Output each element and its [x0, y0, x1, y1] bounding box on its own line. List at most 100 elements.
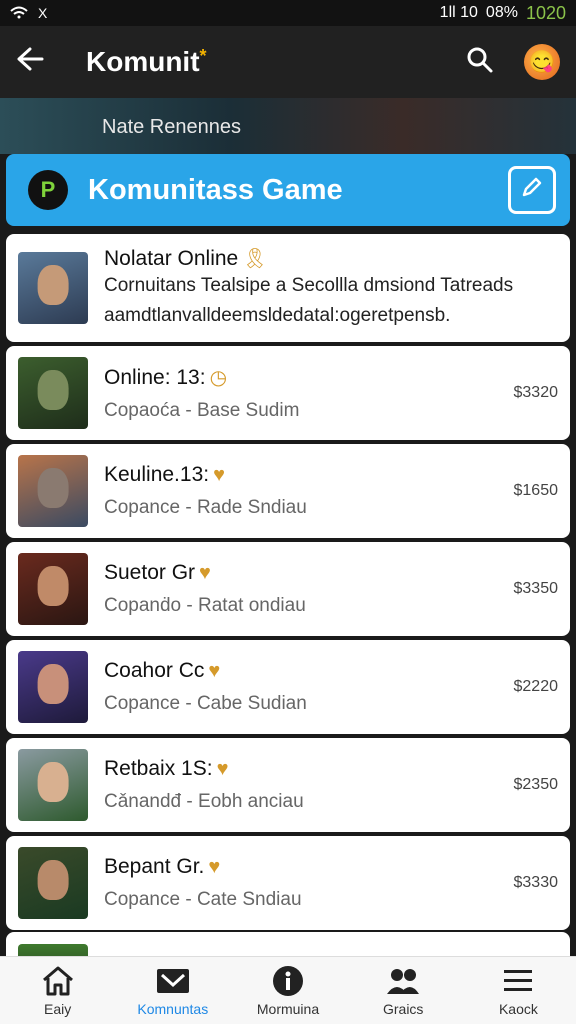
back-button[interactable] [16, 45, 56, 79]
community-logo: P [28, 170, 68, 210]
page-title-text: Komunit [86, 46, 200, 77]
game-price: $2350 [513, 776, 559, 793]
list-item[interactable]: Online: 13: ◷ Copaoća - Base Sudim $3320 [6, 346, 570, 440]
game-title-text: Keuline.13: [104, 463, 210, 486]
avatar[interactable]: 😋 [524, 44, 560, 80]
notification-icon: X [38, 5, 48, 21]
heart-icon: ♥ [216, 758, 229, 780]
heart-icon: ♥ [213, 464, 225, 486]
game-subtitle-left: Copaoća [104, 399, 181, 421]
game-thumbnail [18, 455, 88, 527]
game-subtitle-left: Copance [104, 889, 181, 910]
list-item[interactable]: Coahor Cc ♥ Copance - Cabe Sudian $2220 [6, 640, 570, 734]
search-button[interactable] [462, 44, 498, 80]
nav-item-home[interactable]: Eaiy [0, 957, 115, 1024]
featured-thumbnail [18, 252, 88, 324]
game-title: Bepant Gr. ♥ [104, 855, 558, 879]
game-subtitle: Copaoća - Base Sudim [104, 399, 300, 421]
nav-item-users[interactable]: Graics [346, 957, 461, 1024]
game-thumbnail [18, 553, 88, 625]
game-subtitle-left: Cǎnandđ [104, 791, 182, 812]
nav-item-menu[interactable]: Kaock [461, 957, 576, 1024]
game-price: $2220 [513, 678, 559, 695]
community-title: Komunitass Game [88, 173, 343, 206]
wifi-icon [10, 5, 28, 22]
game-title-text: Suetor Gr [104, 561, 196, 584]
heart-icon: ♥ [199, 562, 211, 584]
emoji-avatar-icon: 😋 [528, 49, 556, 74]
game-thumbnail [18, 651, 88, 723]
game-subtitle: Copance - Cate Sndiau [104, 889, 302, 910]
status-bar: X 1ll 10 08% 1020 [0, 0, 576, 26]
game-subtitle-right: Cabe Sudian [196, 693, 307, 714]
game-subtitle-right: Ratat ondiau [198, 595, 306, 616]
game-title-text: Bepant Gr. [104, 855, 205, 878]
search-icon [466, 46, 494, 79]
game-title: Coahor Cc ♥ [104, 659, 558, 683]
star-icon: * [199, 46, 207, 66]
game-subtitle-left: Copanḋo [104, 595, 182, 616]
game-subtitle: Copance - Cabe Sudian [104, 693, 307, 714]
arrow-left-icon [16, 45, 44, 78]
battery-level: 08% [485, 4, 518, 21]
game-price: $3350 [513, 580, 559, 597]
banner-image [0, 98, 576, 154]
game-subtitle: Cǎnandđ - Eobh anciau [104, 791, 304, 812]
page-title: Komunit* [86, 46, 207, 78]
game-title-text: Retbaix 1S: [104, 757, 213, 780]
game-thumbnail [18, 357, 88, 429]
edit-button[interactable] [508, 166, 556, 214]
nav-label: Eaiy [43, 1000, 72, 1017]
game-title: Retbaix 1S: ♥ [104, 757, 558, 781]
network-indicator: 1ll 10 [439, 4, 478, 21]
game-subtitle-right: Cate Sndiau [196, 889, 302, 910]
bottom-nav: Eaiy Komnuntas Mormuina Graics Kaock [0, 956, 576, 1024]
nav-item-info[interactable]: Mormuina [230, 957, 345, 1024]
nav-label: Komnuntas [137, 1000, 209, 1017]
game-price: $3320 [513, 384, 559, 401]
list-item[interactable]: Bepant Gr. ♥ Copance - Cate Sndiau $3330 [6, 836, 570, 930]
game-title-text: Coahor Cc [104, 659, 205, 682]
list-item[interactable]: Keuline.13: ♥ Copance - Rade Sndiau $1650 [6, 444, 570, 538]
nav-label: Mormuina [256, 1000, 320, 1017]
community-icon [155, 965, 191, 997]
list-item[interactable]: Suetor Gr ♥ Copanḋo - Ratat ondiau $3350 [6, 542, 570, 636]
home-icon [40, 965, 76, 997]
community-header: P Komunitass Game [6, 154, 570, 226]
game-thumbnail [18, 847, 88, 919]
nav-label: Graics [382, 1000, 424, 1017]
heart-icon: ♥ [208, 660, 221, 682]
featured-title: Nolatar Online 🎗 [104, 246, 558, 271]
game-subtitle-right: Base Sudim [196, 399, 300, 421]
list-item[interactable]: Retbaix 1S: ♥ Cǎnandđ - Eobh anciau $2350 [6, 738, 570, 832]
clock-icon: ◷ [209, 366, 228, 389]
game-list: Nolatar Online 🎗 Cornuitans Tealsipe a Se… [6, 234, 570, 934]
game-thumbnail [18, 749, 88, 821]
game-title: Suetor Gr ♥ [104, 561, 558, 585]
app-bar: Komunit* 😋 [0, 26, 576, 98]
game-subtitle-left: Copance [104, 497, 181, 518]
info-icon [270, 965, 306, 997]
nav-item-community[interactable]: Komnuntas [115, 957, 230, 1024]
game-subtitle-right: Eobh anciau [198, 791, 304, 812]
clock: 1020 [525, 2, 566, 23]
game-title: Online: 13: ◷ [104, 365, 558, 390]
heart-icon: ♥ [208, 856, 221, 878]
game-subtitle-right: Rade Sndiau [196, 497, 307, 518]
banner-label: Nate Renennes [102, 116, 241, 138]
featured-item[interactable]: Nolatar Online 🎗 Cornuitans Tealsipe a Se… [6, 234, 570, 342]
game-price: $1650 [513, 482, 559, 499]
menu-icon [500, 965, 536, 997]
featured-description: Cornuitans Tealsipe a Secollla dmsiond T… [104, 274, 514, 326]
edit-icon [520, 175, 544, 206]
users-icon [385, 965, 421, 997]
nav-label: Kaock [498, 1000, 538, 1017]
game-price: $3330 [513, 874, 559, 891]
game-subtitle-left: Copance [104, 693, 181, 714]
ribbon-icon: 🎗 [242, 247, 268, 270]
game-subtitle: Copanḋo - Ratat ondiau [104, 595, 306, 616]
game-title-text: Online: 13: [104, 365, 206, 389]
game-subtitle: Copance - Rade Sndiau [104, 497, 307, 518]
game-title: Keuline.13: ♥ [104, 463, 558, 487]
featured-title-text: Nolatar Online [104, 246, 239, 270]
